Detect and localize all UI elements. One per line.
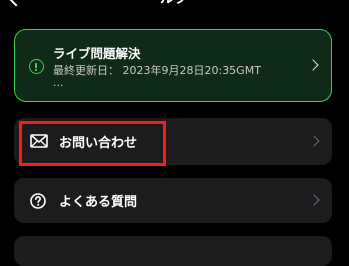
annotation-highlight-box xyxy=(19,121,166,166)
faq-row[interactable]: よくある質問 xyxy=(14,178,332,223)
chevron-right-icon xyxy=(308,135,320,147)
top-bar: ルプ xyxy=(0,0,349,18)
next-row[interactable] xyxy=(14,236,332,266)
status-title: ライブ問題解決 xyxy=(53,46,141,61)
info-icon xyxy=(29,59,44,74)
chevron-right-icon xyxy=(308,194,320,206)
faq-label: よくある質問 xyxy=(59,195,138,210)
status-ellipsis: ... xyxy=(53,76,64,89)
chevron-left-icon[interactable] xyxy=(7,0,25,7)
live-status-card[interactable]: ライブ問題解決 最終更新日： 2023年9月28日20:35GMT ... xyxy=(14,29,332,102)
question-circle-icon xyxy=(30,193,46,209)
chevron-right-icon xyxy=(307,59,319,71)
page-title: ルプ xyxy=(160,0,188,6)
status-last-updated: 最終更新日： 2023年9月28日20:35GMT xyxy=(53,64,261,77)
